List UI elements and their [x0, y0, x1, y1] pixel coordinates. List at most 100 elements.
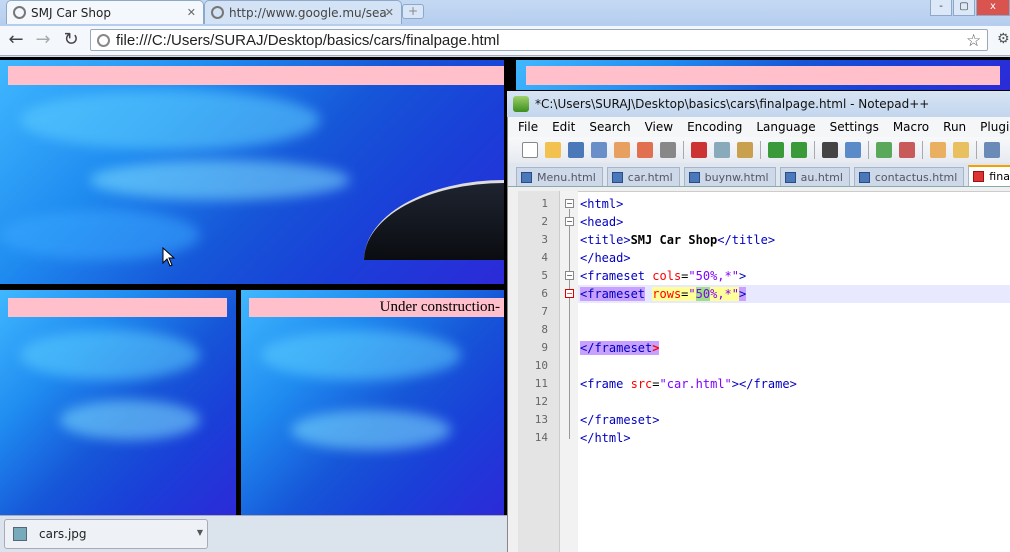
line-number: 10 — [534, 359, 548, 372]
tab-smj-car-shop[interactable]: SMJ Car Shop ✕ — [6, 0, 204, 24]
code-line-4: </head> — [580, 251, 631, 265]
file-tab-au[interactable]: au.html — [779, 167, 850, 186]
notepadpp-titlebar[interactable]: *C:\Users\SURAJ\Desktop\basics\cars\fina… — [507, 91, 1010, 117]
saved-file-icon — [521, 171, 532, 183]
code-line-9: </frameset> — [580, 339, 660, 357]
fold-toggle[interactable]: − — [565, 289, 574, 298]
undo-icon[interactable] — [768, 142, 784, 158]
new-tab-button[interactable]: + — [402, 4, 424, 19]
page-favicon-icon — [211, 6, 224, 19]
pink-bar — [8, 66, 504, 85]
file-tab-finalpage[interactable]: finalpage.html — [968, 165, 1010, 186]
tab-title: SMJ Car Shop — [31, 5, 111, 20]
chevron-down-icon[interactable]: ▼ — [197, 528, 203, 537]
reload-icon[interactable]: ↻ — [61, 31, 81, 51]
page-favicon-icon — [13, 6, 26, 19]
zoom-in-icon[interactable] — [876, 142, 892, 158]
close-all-icon[interactable] — [637, 142, 653, 158]
code-token: cols — [652, 269, 682, 283]
wrench-menu-icon[interactable]: ⚙ — [997, 31, 1010, 47]
image-file-icon — [13, 527, 27, 541]
close-window-button[interactable]: x — [976, 0, 1010, 16]
code-token: </frameset — [580, 341, 653, 355]
code-line-14: </html> — [580, 431, 631, 445]
file-tab-contactus[interactable]: contactus.html — [853, 167, 965, 186]
menu-encoding[interactable]: Encoding — [687, 120, 742, 134]
minimize-button[interactable]: - — [930, 0, 952, 16]
fold-toggle[interactable]: − — [565, 199, 574, 208]
fold-toggle[interactable]: − — [565, 217, 574, 226]
line-number: 14 — [534, 431, 548, 444]
zoom-out-icon[interactable] — [899, 142, 915, 158]
menu-settings[interactable]: Settings — [830, 120, 879, 134]
paste-icon[interactable] — [737, 142, 753, 158]
fold-toggle[interactable]: − — [565, 271, 574, 280]
file-tab-car[interactable]: car.html — [606, 167, 680, 186]
line-number: 1 — [541, 197, 548, 210]
copy-icon[interactable] — [714, 142, 730, 158]
code-token: "car.html" — [659, 377, 732, 391]
maximize-button[interactable]: ▢ — [953, 0, 975, 16]
code-token: <title> — [580, 233, 631, 247]
save-icon[interactable] — [568, 142, 584, 158]
saved-file-icon — [688, 171, 700, 183]
file-tab-buynw[interactable]: buynw.html — [683, 167, 776, 186]
code-token: > — [739, 287, 747, 301]
frame-bottom-right: Under construction- — [241, 290, 504, 515]
bookmark-star-icon[interactable]: ☆ — [966, 31, 981, 51]
menu-macro[interactable]: Macro — [893, 120, 929, 134]
menu-language[interactable]: Language — [756, 120, 815, 134]
menu-plugins[interactable]: Plugins — [980, 120, 1010, 134]
car-image — [364, 180, 504, 260]
tab-google[interactable]: http://www.google.mu/sea ✕ — [204, 0, 402, 24]
line-number: 3 — [541, 233, 548, 246]
code-token: %,*" — [710, 287, 739, 301]
code-line-6: <frameset rows="50%,*"> — [580, 285, 747, 303]
code-token: <frame — [580, 377, 624, 391]
close-file-icon[interactable] — [614, 142, 630, 158]
code-token: 50 — [695, 287, 711, 301]
replace-icon[interactable] — [845, 142, 861, 158]
code-token: > — [652, 341, 660, 355]
code-line-11: <frame src="car.html"></frame> — [580, 375, 797, 393]
download-item[interactable]: cars.jpg ▼ — [4, 519, 208, 549]
forward-arrow-icon[interactable]: → — [33, 31, 53, 51]
back-arrow-icon[interactable]: ← — [6, 31, 26, 51]
file-tab-label: car.html — [627, 170, 673, 184]
code-line-13: </frameset> — [580, 413, 660, 427]
code-line-5: <frameset cols="50%,*"> — [580, 267, 746, 285]
file-tab-menu[interactable]: Menu.html — [516, 167, 603, 186]
pink-bar — [8, 298, 227, 317]
code-token: ></frame> — [731, 377, 797, 391]
sync-scroll-icon[interactable] — [930, 142, 946, 158]
word-wrap-icon[interactable] — [953, 142, 969, 158]
frame-top-right — [516, 60, 1010, 90]
new-file-icon[interactable] — [522, 142, 538, 158]
page-info-icon — [97, 33, 110, 47]
line-number: 9 — [541, 341, 548, 354]
open-file-icon[interactable] — [545, 142, 561, 158]
menu-run[interactable]: Run — [943, 120, 966, 134]
save-all-icon[interactable] — [591, 142, 607, 158]
file-tab-label: contactus.html — [874, 170, 958, 184]
line-number: 8 — [541, 323, 548, 336]
cut-icon[interactable] — [691, 142, 707, 158]
menu-view[interactable]: View — [645, 120, 673, 134]
unsaved-file-icon — [973, 171, 985, 182]
address-bar[interactable]: file:///C:/Users/SURAJ/Desktop/basics/ca… — [90, 29, 988, 51]
print-icon[interactable] — [660, 142, 676, 158]
saved-file-icon — [784, 171, 796, 183]
indent-guide-icon[interactable] — [984, 142, 1000, 158]
redo-icon[interactable] — [791, 142, 807, 158]
menu-edit[interactable]: Edit — [552, 120, 575, 134]
close-tab-icon[interactable]: ✕ — [187, 6, 196, 19]
close-tab-icon[interactable]: ✕ — [385, 6, 394, 19]
tab-title: http://www.google.mu/sea — [229, 5, 387, 20]
code-token: <frameset — [580, 269, 646, 283]
toolbar-separator — [683, 141, 684, 159]
code-token: " — [688, 287, 696, 301]
menu-search[interactable]: Search — [589, 120, 630, 134]
find-icon[interactable] — [822, 142, 838, 158]
fold-line — [569, 209, 570, 439]
menu-file[interactable]: File — [518, 120, 538, 134]
